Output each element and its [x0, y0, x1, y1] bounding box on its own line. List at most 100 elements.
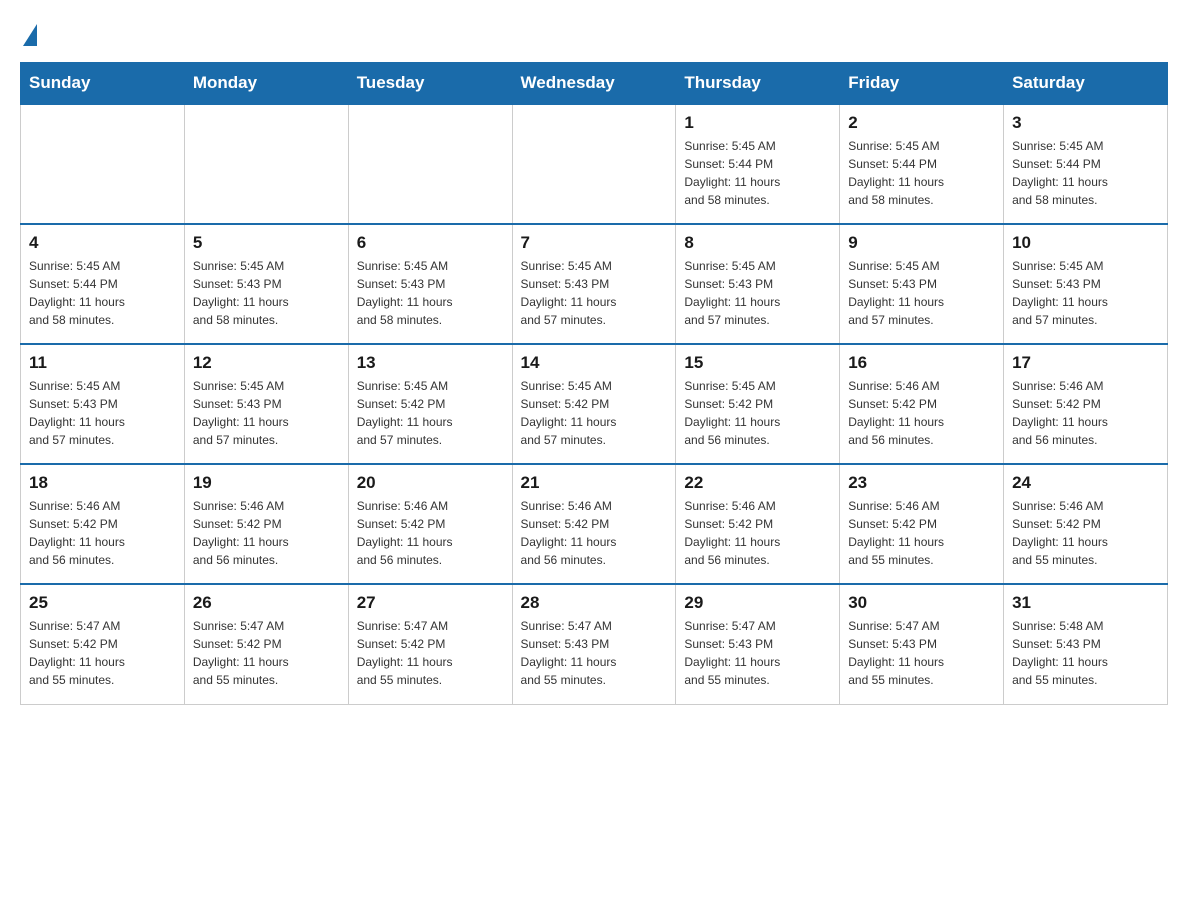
day-number: 2 [848, 113, 995, 133]
day-info: Sunrise: 5:45 AM Sunset: 5:44 PM Dayligh… [684, 137, 831, 209]
day-info: Sunrise: 5:45 AM Sunset: 5:44 PM Dayligh… [848, 137, 995, 209]
calendar-cell: 6Sunrise: 5:45 AM Sunset: 5:43 PM Daylig… [348, 224, 512, 344]
calendar-week-row: 18 Sunrise: 5:46 AM Sunset: 5:42 PM Dayli… [21, 464, 1168, 584]
calendar-table: SundayMondayTuesdayWednesdayThursdayFrid… [20, 62, 1168, 705]
calendar-week-row: 4 Sunrise: 5:45 AM Sunset: 5:44 PM Daylig… [21, 224, 1168, 344]
day-info: Sunrise: 5:45 AM Sunset: 5:42 PM Dayligh… [521, 377, 668, 449]
day-number: 14 [521, 353, 668, 373]
weekday-header-friday: Friday [840, 63, 1004, 105]
weekday-header-sunday: Sunday [21, 63, 185, 105]
day-number: 24 [1012, 473, 1159, 493]
day-info: Sunrise: 5:46 AM Sunset: 5:42 PM Dayligh… [29, 497, 176, 569]
calendar-cell: 9Sunrise: 5:45 AM Sunset: 5:43 PM Daylig… [840, 224, 1004, 344]
day-number: 19 [193, 473, 340, 493]
day-number: 21 [521, 473, 668, 493]
day-number: 29 [684, 593, 831, 613]
logo-triangle-icon [23, 24, 37, 46]
calendar-cell: 13Sunrise: 5:45 AM Sunset: 5:42 PM Dayli… [348, 344, 512, 464]
day-info: Sunrise: 5:46 AM Sunset: 5:42 PM Dayligh… [1012, 377, 1159, 449]
logo [20, 20, 37, 42]
day-info: Sunrise: 5:45 AM Sunset: 5:43 PM Dayligh… [29, 377, 176, 449]
day-number: 22 [684, 473, 831, 493]
calendar-cell: 2 Sunrise: 5:45 AM Sunset: 5:44 PM Daylig… [840, 104, 1004, 224]
logo-top [20, 20, 37, 46]
day-number: 27 [357, 593, 504, 613]
day-number: 20 [357, 473, 504, 493]
calendar-cell: 11Sunrise: 5:45 AM Sunset: 5:43 PM Dayli… [21, 344, 185, 464]
day-info: Sunrise: 5:45 AM Sunset: 5:42 PM Dayligh… [684, 377, 831, 449]
day-info: Sunrise: 5:45 AM Sunset: 5:44 PM Dayligh… [1012, 137, 1159, 209]
day-number: 31 [1012, 593, 1159, 613]
day-number: 4 [29, 233, 176, 253]
calendar-cell: 10Sunrise: 5:45 AM Sunset: 5:43 PM Dayli… [1004, 224, 1168, 344]
calendar-cell: 3Sunrise: 5:45 AM Sunset: 5:44 PM Daylig… [1004, 104, 1168, 224]
calendar-cell: 18 Sunrise: 5:46 AM Sunset: 5:42 PM Dayli… [21, 464, 185, 584]
day-info: Sunrise: 5:45 AM Sunset: 5:43 PM Dayligh… [357, 257, 504, 329]
day-info: Sunrise: 5:46 AM Sunset: 5:42 PM Dayligh… [848, 497, 995, 569]
calendar-cell [184, 104, 348, 224]
day-info: Sunrise: 5:45 AM Sunset: 5:44 PM Dayligh… [29, 257, 176, 329]
day-number: 18 [29, 473, 176, 493]
day-info: Sunrise: 5:45 AM Sunset: 5:42 PM Dayligh… [357, 377, 504, 449]
day-info: Sunrise: 5:46 AM Sunset: 5:42 PM Dayligh… [193, 497, 340, 569]
calendar-cell: 12 Sunrise: 5:45 AM Sunset: 5:43 PM Dayli… [184, 344, 348, 464]
weekday-header-saturday: Saturday [1004, 63, 1168, 105]
day-info: Sunrise: 5:47 AM Sunset: 5:42 PM Dayligh… [29, 617, 176, 689]
day-number: 25 [29, 593, 176, 613]
calendar-cell: 26Sunrise: 5:47 AM Sunset: 5:42 PM Dayli… [184, 584, 348, 704]
calendar-cell: 31 Sunrise: 5:48 AM Sunset: 5:43 PM Dayli… [1004, 584, 1168, 704]
day-info: Sunrise: 5:45 AM Sunset: 5:43 PM Dayligh… [193, 257, 340, 329]
day-number: 30 [848, 593, 995, 613]
day-info: Sunrise: 5:45 AM Sunset: 5:43 PM Dayligh… [684, 257, 831, 329]
day-number: 16 [848, 353, 995, 373]
weekday-header-row: SundayMondayTuesdayWednesdayThursdayFrid… [21, 63, 1168, 105]
day-number: 15 [684, 353, 831, 373]
weekday-header-tuesday: Tuesday [348, 63, 512, 105]
calendar-cell: 1Sunrise: 5:45 AM Sunset: 5:44 PM Daylig… [676, 104, 840, 224]
day-info: Sunrise: 5:48 AM Sunset: 5:43 PM Dayligh… [1012, 617, 1159, 689]
calendar-cell: 14 Sunrise: 5:45 AM Sunset: 5:42 PM Dayli… [512, 344, 676, 464]
day-info: Sunrise: 5:46 AM Sunset: 5:42 PM Dayligh… [357, 497, 504, 569]
day-number: 23 [848, 473, 995, 493]
day-info: Sunrise: 5:45 AM Sunset: 5:43 PM Dayligh… [521, 257, 668, 329]
day-info: Sunrise: 5:47 AM Sunset: 5:43 PM Dayligh… [684, 617, 831, 689]
day-info: Sunrise: 5:46 AM Sunset: 5:42 PM Dayligh… [848, 377, 995, 449]
calendar-cell: 24 Sunrise: 5:46 AM Sunset: 5:42 PM Dayli… [1004, 464, 1168, 584]
calendar-cell: 29 Sunrise: 5:47 AM Sunset: 5:43 PM Dayli… [676, 584, 840, 704]
day-number: 9 [848, 233, 995, 253]
day-number: 7 [521, 233, 668, 253]
calendar-cell: 22 Sunrise: 5:46 AM Sunset: 5:42 PM Dayli… [676, 464, 840, 584]
calendar-cell: 30 Sunrise: 5:47 AM Sunset: 5:43 PM Dayli… [840, 584, 1004, 704]
day-number: 12 [193, 353, 340, 373]
day-info: Sunrise: 5:45 AM Sunset: 5:43 PM Dayligh… [193, 377, 340, 449]
calendar-cell: 16 Sunrise: 5:46 AM Sunset: 5:42 PM Dayli… [840, 344, 1004, 464]
calendar-cell: 28 Sunrise: 5:47 AM Sunset: 5:43 PM Dayli… [512, 584, 676, 704]
day-info: Sunrise: 5:46 AM Sunset: 5:42 PM Dayligh… [684, 497, 831, 569]
day-number: 17 [1012, 353, 1159, 373]
day-info: Sunrise: 5:47 AM Sunset: 5:43 PM Dayligh… [521, 617, 668, 689]
calendar-cell [512, 104, 676, 224]
calendar-cell [348, 104, 512, 224]
calendar-cell: 23 Sunrise: 5:46 AM Sunset: 5:42 PM Dayli… [840, 464, 1004, 584]
calendar-cell: 5 Sunrise: 5:45 AM Sunset: 5:43 PM Daylig… [184, 224, 348, 344]
weekday-header-monday: Monday [184, 63, 348, 105]
calendar-cell: 27Sunrise: 5:47 AM Sunset: 5:42 PM Dayli… [348, 584, 512, 704]
calendar-cell: 19 Sunrise: 5:46 AM Sunset: 5:42 PM Dayli… [184, 464, 348, 584]
day-info: Sunrise: 5:46 AM Sunset: 5:42 PM Dayligh… [1012, 497, 1159, 569]
day-info: Sunrise: 5:46 AM Sunset: 5:42 PM Dayligh… [521, 497, 668, 569]
calendar-cell: 25 Sunrise: 5:47 AM Sunset: 5:42 PM Dayli… [21, 584, 185, 704]
day-number: 28 [521, 593, 668, 613]
day-info: Sunrise: 5:47 AM Sunset: 5:43 PM Dayligh… [848, 617, 995, 689]
day-number: 5 [193, 233, 340, 253]
calendar-cell: 15 Sunrise: 5:45 AM Sunset: 5:42 PM Dayli… [676, 344, 840, 464]
calendar-week-row: 25 Sunrise: 5:47 AM Sunset: 5:42 PM Dayli… [21, 584, 1168, 704]
calendar-cell: 7 Sunrise: 5:45 AM Sunset: 5:43 PM Daylig… [512, 224, 676, 344]
page-header [20, 20, 1168, 42]
calendar-cell: 8Sunrise: 5:45 AM Sunset: 5:43 PM Daylig… [676, 224, 840, 344]
calendar-cell [21, 104, 185, 224]
calendar-cell: 20 Sunrise: 5:46 AM Sunset: 5:42 PM Dayli… [348, 464, 512, 584]
day-info: Sunrise: 5:47 AM Sunset: 5:42 PM Dayligh… [193, 617, 340, 689]
day-info: Sunrise: 5:45 AM Sunset: 5:43 PM Dayligh… [1012, 257, 1159, 329]
calendar-cell: 17 Sunrise: 5:46 AM Sunset: 5:42 PM Dayli… [1004, 344, 1168, 464]
calendar-cell: 21 Sunrise: 5:46 AM Sunset: 5:42 PM Dayli… [512, 464, 676, 584]
